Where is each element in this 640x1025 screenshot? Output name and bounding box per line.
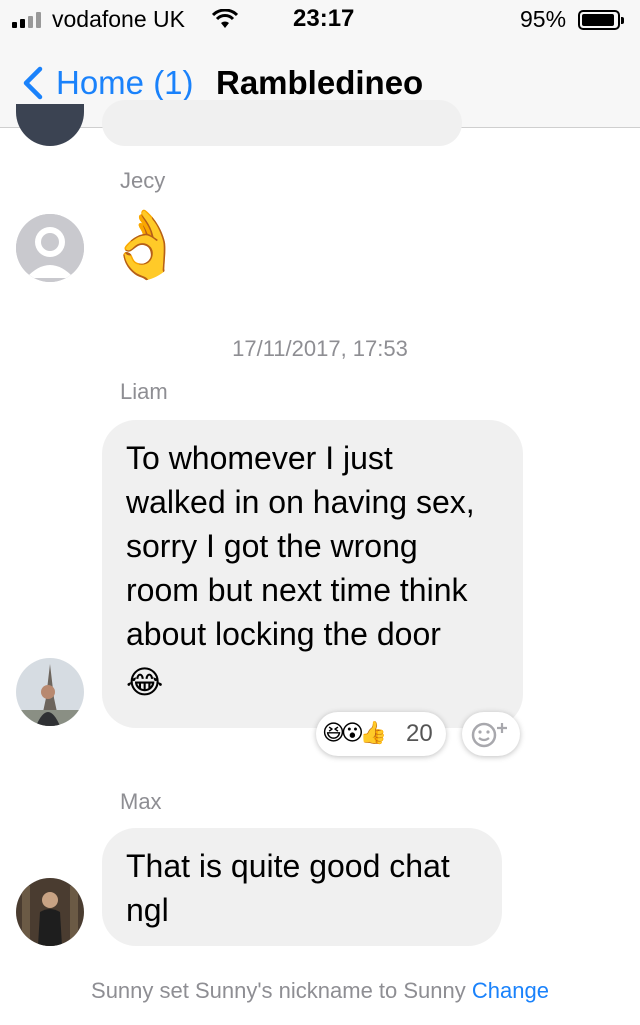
message-text: To whomever I just walked in on having s…: [126, 440, 475, 652]
battery-percentage: 95%: [520, 6, 567, 32]
message-bubble[interactable]: To whomever I just walked in on having s…: [102, 420, 523, 728]
avatar[interactable]: [16, 878, 84, 946]
profile-photo: [16, 878, 84, 946]
message-bubble[interactable]: That is quite good chat ngl: [102, 828, 502, 946]
sender-name: Liam: [120, 379, 168, 404]
add-reaction-button[interactable]: [462, 712, 520, 756]
battery-icon: [578, 10, 624, 30]
reactions-summary[interactable]: 😆😮👍 20: [316, 712, 446, 756]
timestamp: 17/11/2017, 17:53: [232, 336, 408, 361]
message-text: That is quite good chat ngl: [126, 848, 450, 928]
system-message-text: Sunny set Sunny's nickname to Sunny: [91, 978, 466, 1003]
signal-bars-icon: [12, 12, 48, 28]
chevron-left-icon: [23, 66, 43, 100]
back-label: Home (1): [56, 64, 194, 101]
default-avatar-icon: [16, 214, 84, 282]
message-emoji: 😂: [126, 664, 164, 700]
clock: 23:17: [293, 5, 355, 32]
status-bar: vodafone UK 23:17 95%: [0, 0, 640, 40]
system-message: Sunny set Sunny's nickname to Sunny Chan…: [0, 978, 640, 1004]
avatar[interactable]: [16, 214, 84, 282]
message-bubble[interactable]: [102, 100, 462, 146]
sender-name: Max: [120, 789, 162, 814]
avatar[interactable]: [16, 658, 84, 726]
conversation-title[interactable]: Rambledineo: [216, 64, 423, 102]
add-reaction-icon: [471, 722, 507, 748]
carrier-name: vodafone UK: [52, 6, 185, 32]
profile-photo: [16, 658, 84, 726]
reaction-emojis: 😆😮👍: [322, 720, 387, 745]
emoji-message[interactable]: 👌: [104, 204, 186, 284]
avatar[interactable]: [16, 104, 84, 146]
sender-name: Jecy: [120, 168, 166, 193]
reaction-count: 20: [406, 720, 433, 747]
change-nickname-link[interactable]: Change: [472, 978, 549, 1003]
wifi-icon: [212, 9, 238, 28]
